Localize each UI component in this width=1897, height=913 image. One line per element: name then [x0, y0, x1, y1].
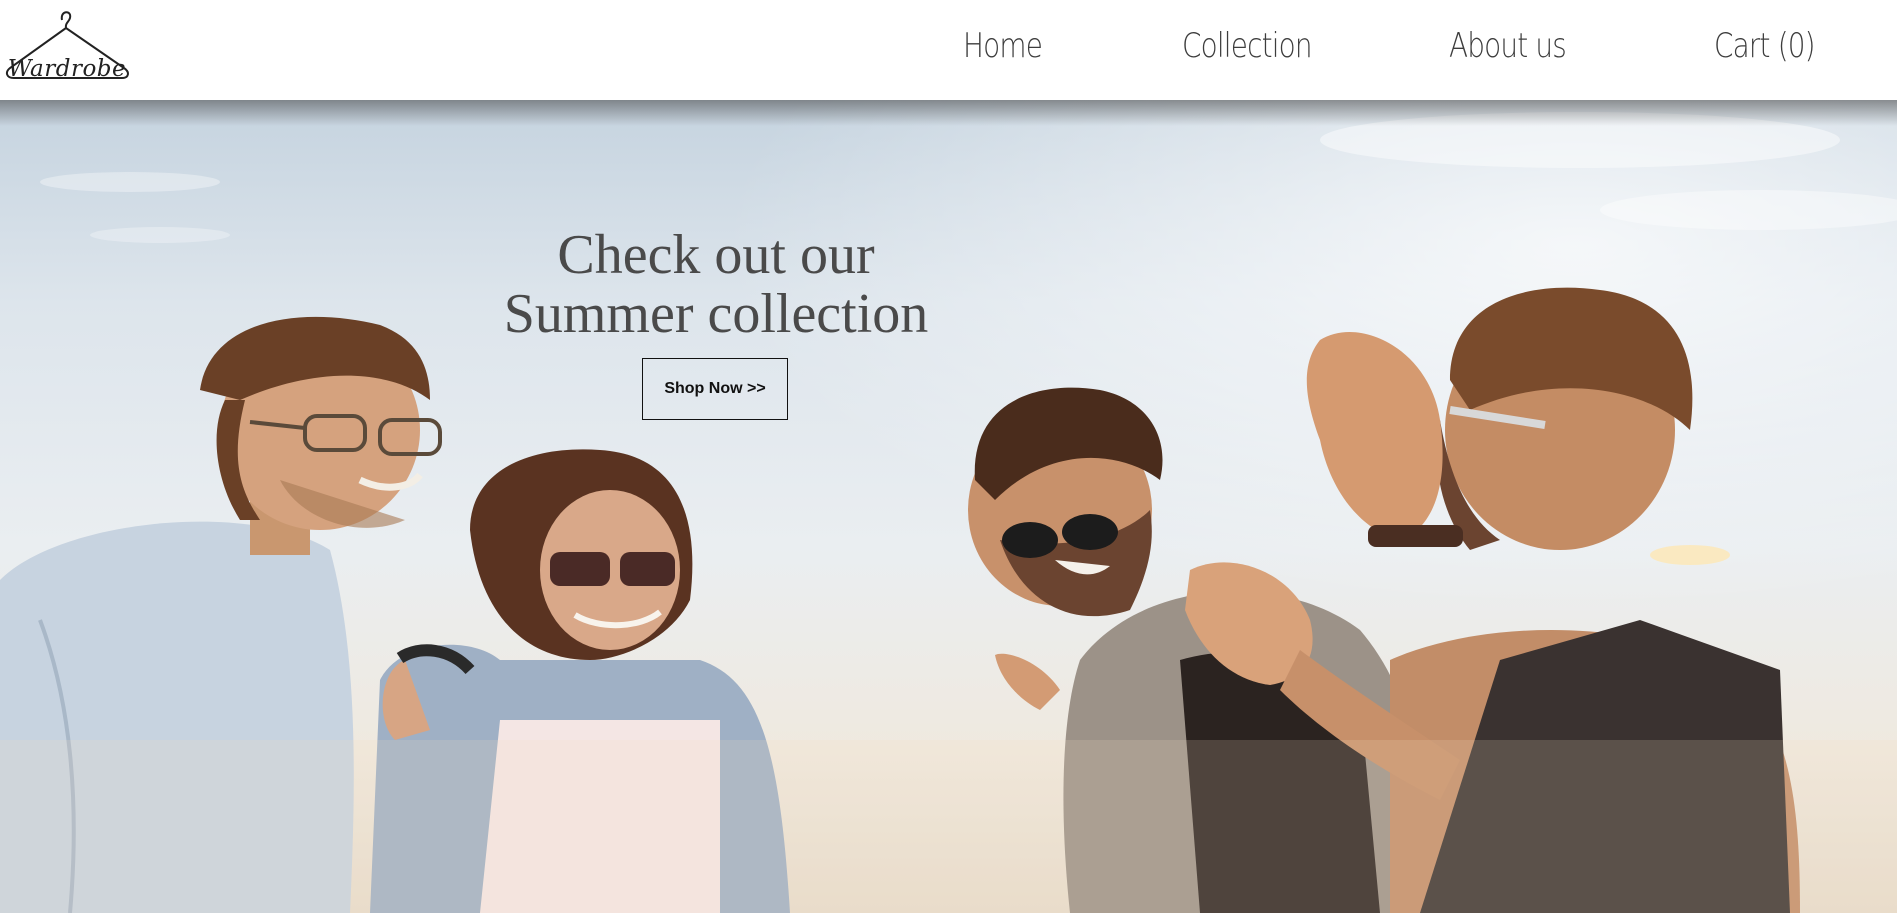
- hero-photo: [0, 100, 1897, 913]
- logo[interactable]: Wardrobe: [2, 6, 132, 90]
- nav-cart-link[interactable]: Cart (0): [1714, 26, 1816, 66]
- site-header: Wardrobe Home Collection About us Cart (…: [0, 0, 1897, 100]
- hero-banner: Check out our Summer collection Shop Now…: [0, 100, 1897, 913]
- logo-text: Wardrobe: [7, 56, 127, 82]
- page: Wardrobe Home Collection About us Cart (…: [0, 0, 1897, 913]
- shop-now-button[interactable]: Shop Now >>: [642, 358, 788, 420]
- nav-about-link[interactable]: About us: [1449, 26, 1567, 66]
- nav-home-link[interactable]: Home: [963, 26, 1043, 66]
- hero-headline-line2: Summer collection: [503, 283, 929, 345]
- nav-collection-link[interactable]: Collection: [1182, 26, 1313, 66]
- header-shadow: [0, 100, 1897, 126]
- hero-headline-line1: Check out our: [557, 224, 875, 286]
- hero-headline: Check out our Summer collection: [440, 226, 992, 344]
